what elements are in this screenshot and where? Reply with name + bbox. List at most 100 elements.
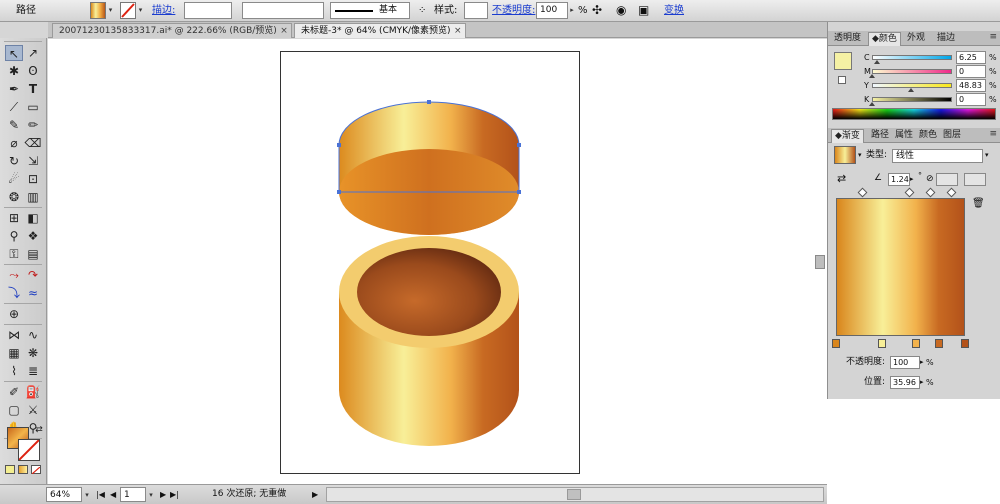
type-tool-icon[interactable]: T	[24, 81, 42, 97]
stroke-panel-link[interactable]: 描边:	[152, 2, 175, 19]
symbol-sprayer-tool-icon[interactable]: ❂	[5, 189, 23, 205]
panel-menu-icon[interactable]: ≡	[989, 32, 997, 42]
page-field[interactable]: 1	[120, 487, 146, 502]
chart-tool-icon[interactable]: ▦	[5, 345, 23, 361]
gradient-stop-5[interactable]	[961, 339, 969, 348]
warp-tool-icon[interactable]: ☄	[5, 171, 23, 187]
scrollbar-thumb[interactable]	[567, 489, 581, 500]
brush-icon[interactable]: ⁘	[418, 2, 426, 19]
tab-document-2[interactable]: 未标题-3* @ 64% (CMYK/像素预览) ×	[294, 23, 466, 38]
page-dropdown-icon[interactable]: ▾	[146, 487, 156, 502]
paintbrush-tool-icon[interactable]: ✎	[5, 117, 23, 133]
bar-chart-tool-icon[interactable]: ≣	[24, 363, 42, 379]
slice-tool-icon[interactable]: ⚿	[5, 246, 23, 262]
envelope-tool-icon[interactable]: ⋈	[5, 327, 23, 343]
magic-wand-tool-icon[interactable]: ✱	[5, 63, 23, 79]
tab-transparency[interactable]: 透明度	[831, 32, 864, 46]
fill-swatch[interactable]	[90, 2, 106, 19]
knife-tool-icon[interactable]: ⚔	[24, 402, 42, 418]
slider-marker-m[interactable]	[869, 74, 875, 78]
gradient-type-select[interactable]: 线性	[892, 149, 983, 163]
paint-bucket-tool-icon[interactable]: ⛽	[24, 384, 42, 400]
close-icon[interactable]: ×	[454, 24, 462, 38]
artboard-tool-icon[interactable]: ▢	[5, 402, 23, 418]
wave-tool-icon[interactable]: ∿	[24, 327, 42, 343]
last-page-icon[interactable]: ▶|	[170, 487, 179, 502]
gradient-midpoint-3[interactable]	[926, 187, 936, 198]
gradient-preview-dropdown-icon[interactable]: ▾	[858, 149, 862, 162]
tab-pathfinder[interactable]: 路径	[868, 129, 892, 143]
stroke-mini-swatch[interactable]	[838, 76, 846, 84]
panel-menu-icon[interactable]: ≡	[989, 129, 997, 139]
slider-m[interactable]	[872, 69, 952, 74]
free-transform-tool-icon[interactable]: ⊡	[24, 171, 42, 187]
angle-field[interactable]: 1.24	[888, 173, 910, 186]
tab-color-2[interactable]: 颜色	[916, 129, 940, 143]
first-page-icon[interactable]: |◀	[96, 487, 105, 502]
crosshair-tool-icon[interactable]: ⊕	[5, 306, 23, 322]
align-icon[interactable]: ▣	[638, 2, 649, 19]
tab-layers[interactable]: 图层	[940, 129, 964, 143]
tab-stroke[interactable]: 描边	[934, 32, 958, 46]
slider-k[interactable]	[872, 97, 952, 102]
gradient-tool-icon[interactable]: ◧	[24, 210, 42, 226]
slider-marker-c[interactable]	[874, 60, 880, 64]
none-mode-icon[interactable]	[31, 465, 41, 475]
value-c[interactable]: 6.25	[956, 51, 986, 64]
style-swatch[interactable]	[464, 2, 488, 19]
graph-tool-icon[interactable]: ▤	[24, 246, 42, 262]
gradient-midpoint-1[interactable]	[857, 187, 868, 198]
value-k[interactable]: 0	[956, 93, 986, 106]
color-spectrum-ramp[interactable]	[832, 108, 996, 120]
swap-colors-icon[interactable]: ⇄	[30, 422, 48, 438]
perspective-tool-icon[interactable]: ⤵	[5, 285, 23, 301]
gradient-midpoint-4[interactable]	[946, 187, 957, 198]
gradient-stop-1[interactable]	[832, 339, 840, 348]
gradient-mode-icon[interactable]	[18, 465, 28, 474]
gradient-type-dropdown-icon[interactable]: ▾	[985, 149, 989, 162]
color-mode-icon[interactable]	[5, 465, 15, 474]
scribble-tool-icon[interactable]: ⌇	[5, 363, 23, 379]
dropper-tool-icon[interactable]: ✐	[5, 384, 23, 400]
tab-color[interactable]: ◆颜色	[868, 32, 901, 46]
stop-location-dropdown-icon[interactable]: ▸	[920, 376, 924, 389]
aspect-ratio-slider[interactable]	[964, 173, 986, 186]
isolate-icon[interactable]: ◉	[616, 2, 626, 19]
tab-appearance[interactable]: 外观	[904, 32, 928, 46]
angle-dropdown-icon[interactable]: ▸	[910, 173, 914, 186]
zoom-dropdown-icon[interactable]: ▾	[82, 487, 92, 502]
opacity-field[interactable]: 100	[536, 2, 568, 19]
pattern-tool-icon[interactable]: ❋	[24, 345, 42, 361]
gradient-ramp-preview[interactable]	[836, 198, 965, 336]
scale-tool-icon[interactable]: ⇲	[24, 153, 42, 169]
artboard[interactable]	[280, 51, 580, 474]
prev-page-icon[interactable]: ◀	[110, 487, 116, 502]
eyedropper-tool-icon[interactable]: ⚲	[5, 228, 23, 244]
stroke-swatch[interactable]	[120, 2, 136, 19]
selection-tool-icon[interactable]: ↖	[5, 45, 23, 61]
slider-marker-k[interactable]	[869, 102, 875, 106]
aspect-ratio-icon[interactable]: ⊘	[926, 173, 934, 186]
opacity-dropdown-icon[interactable]: ▸	[568, 2, 576, 19]
line-tool-icon[interactable]: ⟋	[5, 99, 23, 115]
lasso-tool-icon[interactable]: ʘ	[24, 63, 42, 79]
opacity-panel-link[interactable]: 不透明度:	[492, 2, 535, 19]
current-color-swatch[interactable]	[834, 52, 852, 70]
horizontal-scrollbar[interactable]	[326, 487, 824, 502]
mesh-tool-icon[interactable]: ⊞	[5, 210, 23, 226]
width-tool-icon[interactable]: ≈	[24, 285, 42, 301]
column-graph-tool-icon[interactable]: ▥	[24, 189, 42, 205]
blend-tool-icon[interactable]: ❖	[24, 228, 42, 244]
stroke-weight-field[interactable]	[184, 2, 232, 19]
gradient-midpoint-2[interactable]	[904, 187, 914, 198]
value-m[interactable]: 0	[956, 65, 986, 78]
gradient-stop-3[interactable]	[911, 339, 920, 348]
gradient-stop-4[interactable]	[935, 339, 944, 348]
stop-location-field[interactable]: 35.96	[890, 376, 920, 389]
slider-marker-y[interactable]	[908, 88, 915, 92]
stop-opacity-dropdown-icon[interactable]: ▸	[920, 356, 924, 369]
reverse-gradient-icon[interactable]: ⇄	[837, 172, 846, 185]
status-menu-icon[interactable]: ▶	[312, 487, 318, 502]
stroke-dropdown-icon[interactable]: ▾	[136, 2, 145, 19]
live-paint-tool-icon[interactable]: ↷	[24, 267, 42, 283]
